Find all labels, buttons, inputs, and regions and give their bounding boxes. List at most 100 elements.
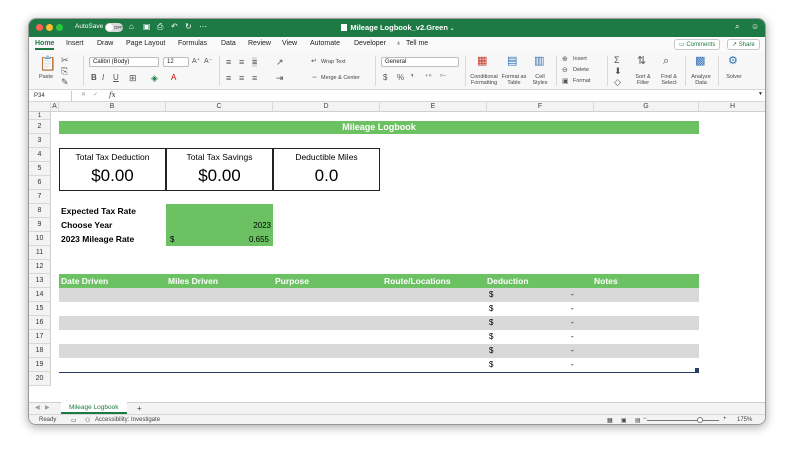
indent-icon[interactable]: ⇥ <box>276 73 284 83</box>
currency-icon[interactable]: $ <box>383 73 387 83</box>
cut-icon[interactable]: ✂ <box>61 55 69 65</box>
row-header[interactable]: 18 <box>29 344 51 358</box>
row-header[interactable]: 20 <box>29 372 51 386</box>
row-header[interactable]: 11 <box>29 246 51 260</box>
column-header-e[interactable]: E <box>380 102 487 112</box>
wrap-text-icon[interactable]: ↵ <box>311 57 317 67</box>
conditional-formatting-icon[interactable]: ▦ <box>477 56 487 67</box>
format-cells-icon[interactable]: ▣ <box>562 77 569 87</box>
row-header[interactable]: 10 <box>29 232 51 246</box>
row-header[interactable]: 16 <box>29 316 51 330</box>
column-header-g[interactable]: G <box>594 102 699 112</box>
row-header[interactable]: 4 <box>29 148 51 162</box>
row-header[interactable]: 9 <box>29 218 51 232</box>
conditional-formatting-label[interactable]: Conditional Formatting <box>469 74 499 86</box>
table-resize-handle[interactable] <box>695 368 699 372</box>
align-left-icon[interactable]: ≡ <box>226 73 231 83</box>
tab-review[interactable]: Review <box>248 40 271 47</box>
delete-cells-icon[interactable]: ⊖ <box>562 66 568 76</box>
row-header[interactable]: 2 <box>29 120 51 134</box>
macro-record-icon[interactable]: ▭ <box>71 417 77 424</box>
row-header[interactable]: 3 <box>29 134 51 148</box>
font-name-select[interactable]: Calibri (Body) <box>89 57 159 67</box>
number-format-select[interactable]: General <box>381 57 459 67</box>
table-row[interactable]: $ - <box>59 330 699 344</box>
column-header-d[interactable]: D <box>273 102 380 112</box>
cancel-icon[interactable]: ✕ <box>81 91 86 98</box>
solver-icon[interactable]: ⚙ <box>728 56 738 67</box>
tab-automate[interactable]: Automate <box>310 40 340 47</box>
increase-font-icon[interactable]: A⁺ <box>192 57 200 67</box>
align-bottom-icon[interactable]: ≡ <box>252 57 258 67</box>
analyze-data-icon[interactable]: ▩ <box>695 56 705 67</box>
delete-cells-label[interactable]: Delete <box>573 67 589 73</box>
row-header[interactable]: 1 <box>29 112 51 120</box>
row-header[interactable]: 15 <box>29 302 51 316</box>
column-header-c[interactable]: C <box>166 102 273 112</box>
row-header[interactable]: 7 <box>29 190 51 204</box>
function-icon[interactable]: fx <box>109 91 116 99</box>
insert-cells-label[interactable]: Insert <box>573 56 587 62</box>
fill-icon[interactable]: ⬇ <box>614 66 622 76</box>
formula-input[interactable] <box>125 91 755 101</box>
prev-sheet-icon[interactable]: ◀ <box>35 403 40 414</box>
orientation-icon[interactable]: ↗ <box>276 57 284 67</box>
name-box[interactable]: P34 <box>32 91 72 101</box>
sort-filter-label[interactable]: Sort & Filter <box>632 74 654 86</box>
zoom-slider-knob[interactable] <box>697 417 703 423</box>
table-row[interactable]: $ - <box>59 316 699 330</box>
row-header[interactable]: 19 <box>29 358 51 372</box>
fill-color-icon[interactable]: ◈ <box>151 73 158 83</box>
paste-icon[interactable]: 📋 <box>39 56 56 71</box>
row-header[interactable]: 6 <box>29 176 51 190</box>
comma-icon[interactable]: ❜ <box>411 73 414 83</box>
share-button[interactable]: ↗ Share <box>727 39 760 50</box>
normal-view-icon[interactable]: ▦ <box>607 417 613 424</box>
tab-view[interactable]: View <box>282 40 297 47</box>
find-select-label[interactable]: Find & Select <box>657 74 681 86</box>
align-center-icon[interactable]: ≡ <box>239 73 244 83</box>
enter-icon[interactable]: ✓ <box>93 91 98 98</box>
tab-data[interactable]: Data <box>221 40 236 47</box>
column-header-f[interactable]: F <box>487 102 594 112</box>
wrap-text-label[interactable]: Wrap Text <box>321 59 346 65</box>
format-painter-icon[interactable]: ✎ <box>61 77 69 87</box>
percent-icon[interactable]: % <box>397 73 404 83</box>
add-sheet-icon[interactable]: + <box>137 403 142 414</box>
th-miles-driven[interactable]: Miles Driven <box>168 276 218 286</box>
zoom-level[interactable]: 175% <box>737 417 752 423</box>
align-top-icon[interactable]: ≡ <box>226 57 231 67</box>
row-header[interactable]: 17 <box>29 330 51 344</box>
merge-center-label[interactable]: Merge & Center <box>321 75 360 81</box>
solver-label[interactable]: Solver <box>723 74 745 80</box>
decrease-font-icon[interactable]: A⁻ <box>204 57 212 67</box>
sheet-tab-mileage-logbook[interactable]: Mileage Logbook <box>61 402 127 414</box>
table-row[interactable]: $ - <box>59 302 699 316</box>
worksheet-grid[interactable]: A B C D E F G H 1 2 3 4 5 6 7 8 9 10 11 … <box>29 102 765 402</box>
year-cell[interactable]: 2023 <box>166 218 273 232</box>
column-header-b[interactable]: B <box>59 102 166 112</box>
clear-icon[interactable]: ◇ <box>614 77 621 87</box>
cell-styles-label[interactable]: Cell Styles <box>529 74 551 86</box>
format-as-table-icon[interactable]: ▤ <box>507 56 517 67</box>
underline-icon[interactable]: U <box>113 73 119 83</box>
align-right-icon[interactable]: ≡ <box>252 73 257 83</box>
table-row[interactable]: $ - <box>59 288 699 302</box>
zoom-out-icon[interactable]: − <box>643 416 647 422</box>
expand-formula-icon[interactable]: ▼ <box>758 91 763 97</box>
font-color-icon[interactable]: A <box>171 73 176 83</box>
table-row[interactable]: $ - <box>59 358 699 372</box>
format-as-table-label[interactable]: Format as Table <box>501 74 527 86</box>
mileage-rate-cell[interactable]: $ 0.655 <box>166 232 273 246</box>
tab-home[interactable]: Home <box>35 40 55 50</box>
page-layout-view-icon[interactable]: ▣ <box>621 417 627 424</box>
comments-button[interactable]: ▭ Comments <box>674 39 721 50</box>
tab-formulas[interactable]: Formulas <box>178 40 207 47</box>
row-header[interactable]: 8 <box>29 204 51 218</box>
merge-center-icon[interactable]: ⇔ <box>311 73 318 83</box>
sheet-title[interactable]: Mileage Logbook <box>59 121 699 134</box>
next-sheet-icon[interactable]: ▶ <box>45 403 50 414</box>
column-header-h[interactable]: H <box>699 102 765 112</box>
th-date-driven[interactable]: Date Driven <box>61 276 108 286</box>
find-select-icon[interactable]: ⌕ <box>663 56 669 67</box>
